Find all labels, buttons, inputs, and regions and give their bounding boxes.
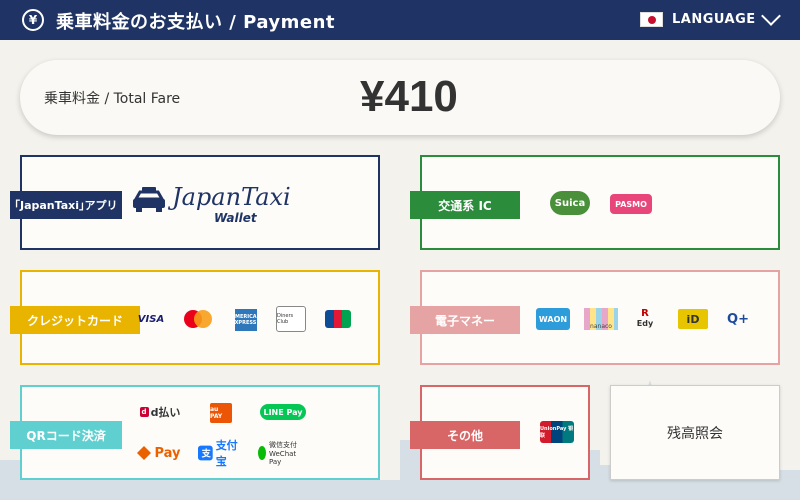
mastercard-logo	[182, 308, 214, 330]
balance-inquiry-button[interactable]: 残高照会	[610, 385, 780, 480]
payment-option-transit-ic[interactable]: 交通系 IC Suica PASMO	[410, 155, 780, 250]
unionpay-logo: UnionPay 银联	[540, 421, 574, 443]
rakuten-edy-mark: R	[641, 308, 649, 319]
language-button[interactable]: LANGUAGE	[672, 12, 756, 27]
alipay-logo: 支 支付宝	[198, 439, 246, 468]
visa-logo: VISA	[137, 313, 165, 325]
japan-flag-icon[interactable]	[640, 12, 663, 27]
origami-pay-logo: Pay	[136, 443, 182, 463]
chevron-down-icon[interactable]	[761, 6, 781, 26]
origami-icon	[137, 446, 152, 460]
suica-logo: Suica	[550, 191, 590, 215]
total-fare-amount: ¥410	[360, 72, 458, 121]
payment-option-other-label: その他	[410, 421, 520, 449]
amex-logo: AMERICAN EXPRESS	[231, 309, 261, 331]
waon-logo: WAON	[536, 308, 570, 330]
d-barai-logo: d d払い	[139, 406, 181, 419]
alipay-icon: 支	[198, 445, 213, 461]
payment-option-credit-card-label: クレジットカード	[10, 306, 140, 334]
diners-club-logo: Diners Club	[276, 306, 306, 332]
id-logo: iD	[678, 309, 708, 329]
page-title: 乗車料金のお支払い / Payment	[56, 12, 336, 33]
rakuten-edy-word: Edy	[636, 319, 654, 328]
japantaxi-wallet-logo: JapanTaxi Wallet	[132, 179, 291, 229]
taxi-icon	[133, 187, 165, 212]
wechat-pay-logo: 微信支付 WeChat Pay	[258, 441, 310, 466]
payment-option-transit-ic-label: 交通系 IC	[410, 191, 520, 219]
pasmo-logo: PASMO	[610, 194, 652, 214]
total-fare-label: 乗車料金 / Total Fare	[44, 91, 181, 107]
total-fare-panel: 乗車料金 / Total Fare ¥410	[20, 60, 780, 135]
payment-option-japantaxi-label: ｢JapanTaxi｣アプリ	[10, 191, 122, 219]
japantaxi-wordmark: JapanTaxi	[172, 183, 291, 211]
payment-option-japantaxi[interactable]: ｢JapanTaxi｣アプリ JapanTaxi Wallet	[10, 155, 380, 250]
wallet-wordmark: Wallet	[214, 211, 257, 225]
payment-option-qr-code-label: QRコード決済	[10, 421, 122, 449]
line-pay-logo: LINE Pay	[260, 404, 306, 420]
payment-option-e-money-label: 電子マネー	[410, 306, 520, 334]
svg-text:支: 支	[201, 448, 212, 460]
payment-option-e-money[interactable]: 電子マネー WAON nanaco R Edy iD Q+	[410, 270, 780, 365]
payment-option-credit-card[interactable]: クレジットカード VISA AMERICAN EXPRESS Diners Cl…	[10, 270, 380, 365]
rakuten-edy-logo: R Edy	[634, 306, 656, 332]
yen-icon: ¥	[22, 9, 44, 31]
header-bar: ¥ 乗車料金のお支払い / Payment LANGUAGE	[0, 0, 800, 40]
jcb-logo	[325, 310, 351, 328]
payment-option-qr-code[interactable]: QRコード決済 d d払い au PAY LINE Pay Pay 支 支付宝 微…	[10, 385, 380, 480]
payment-option-other[interactable]: その他 UnionPay 银联	[410, 385, 590, 480]
nanaco-logo: nanaco	[584, 308, 618, 330]
quicpay-logo: Q+	[727, 311, 749, 327]
au-pay-logo: au PAY	[210, 403, 232, 423]
